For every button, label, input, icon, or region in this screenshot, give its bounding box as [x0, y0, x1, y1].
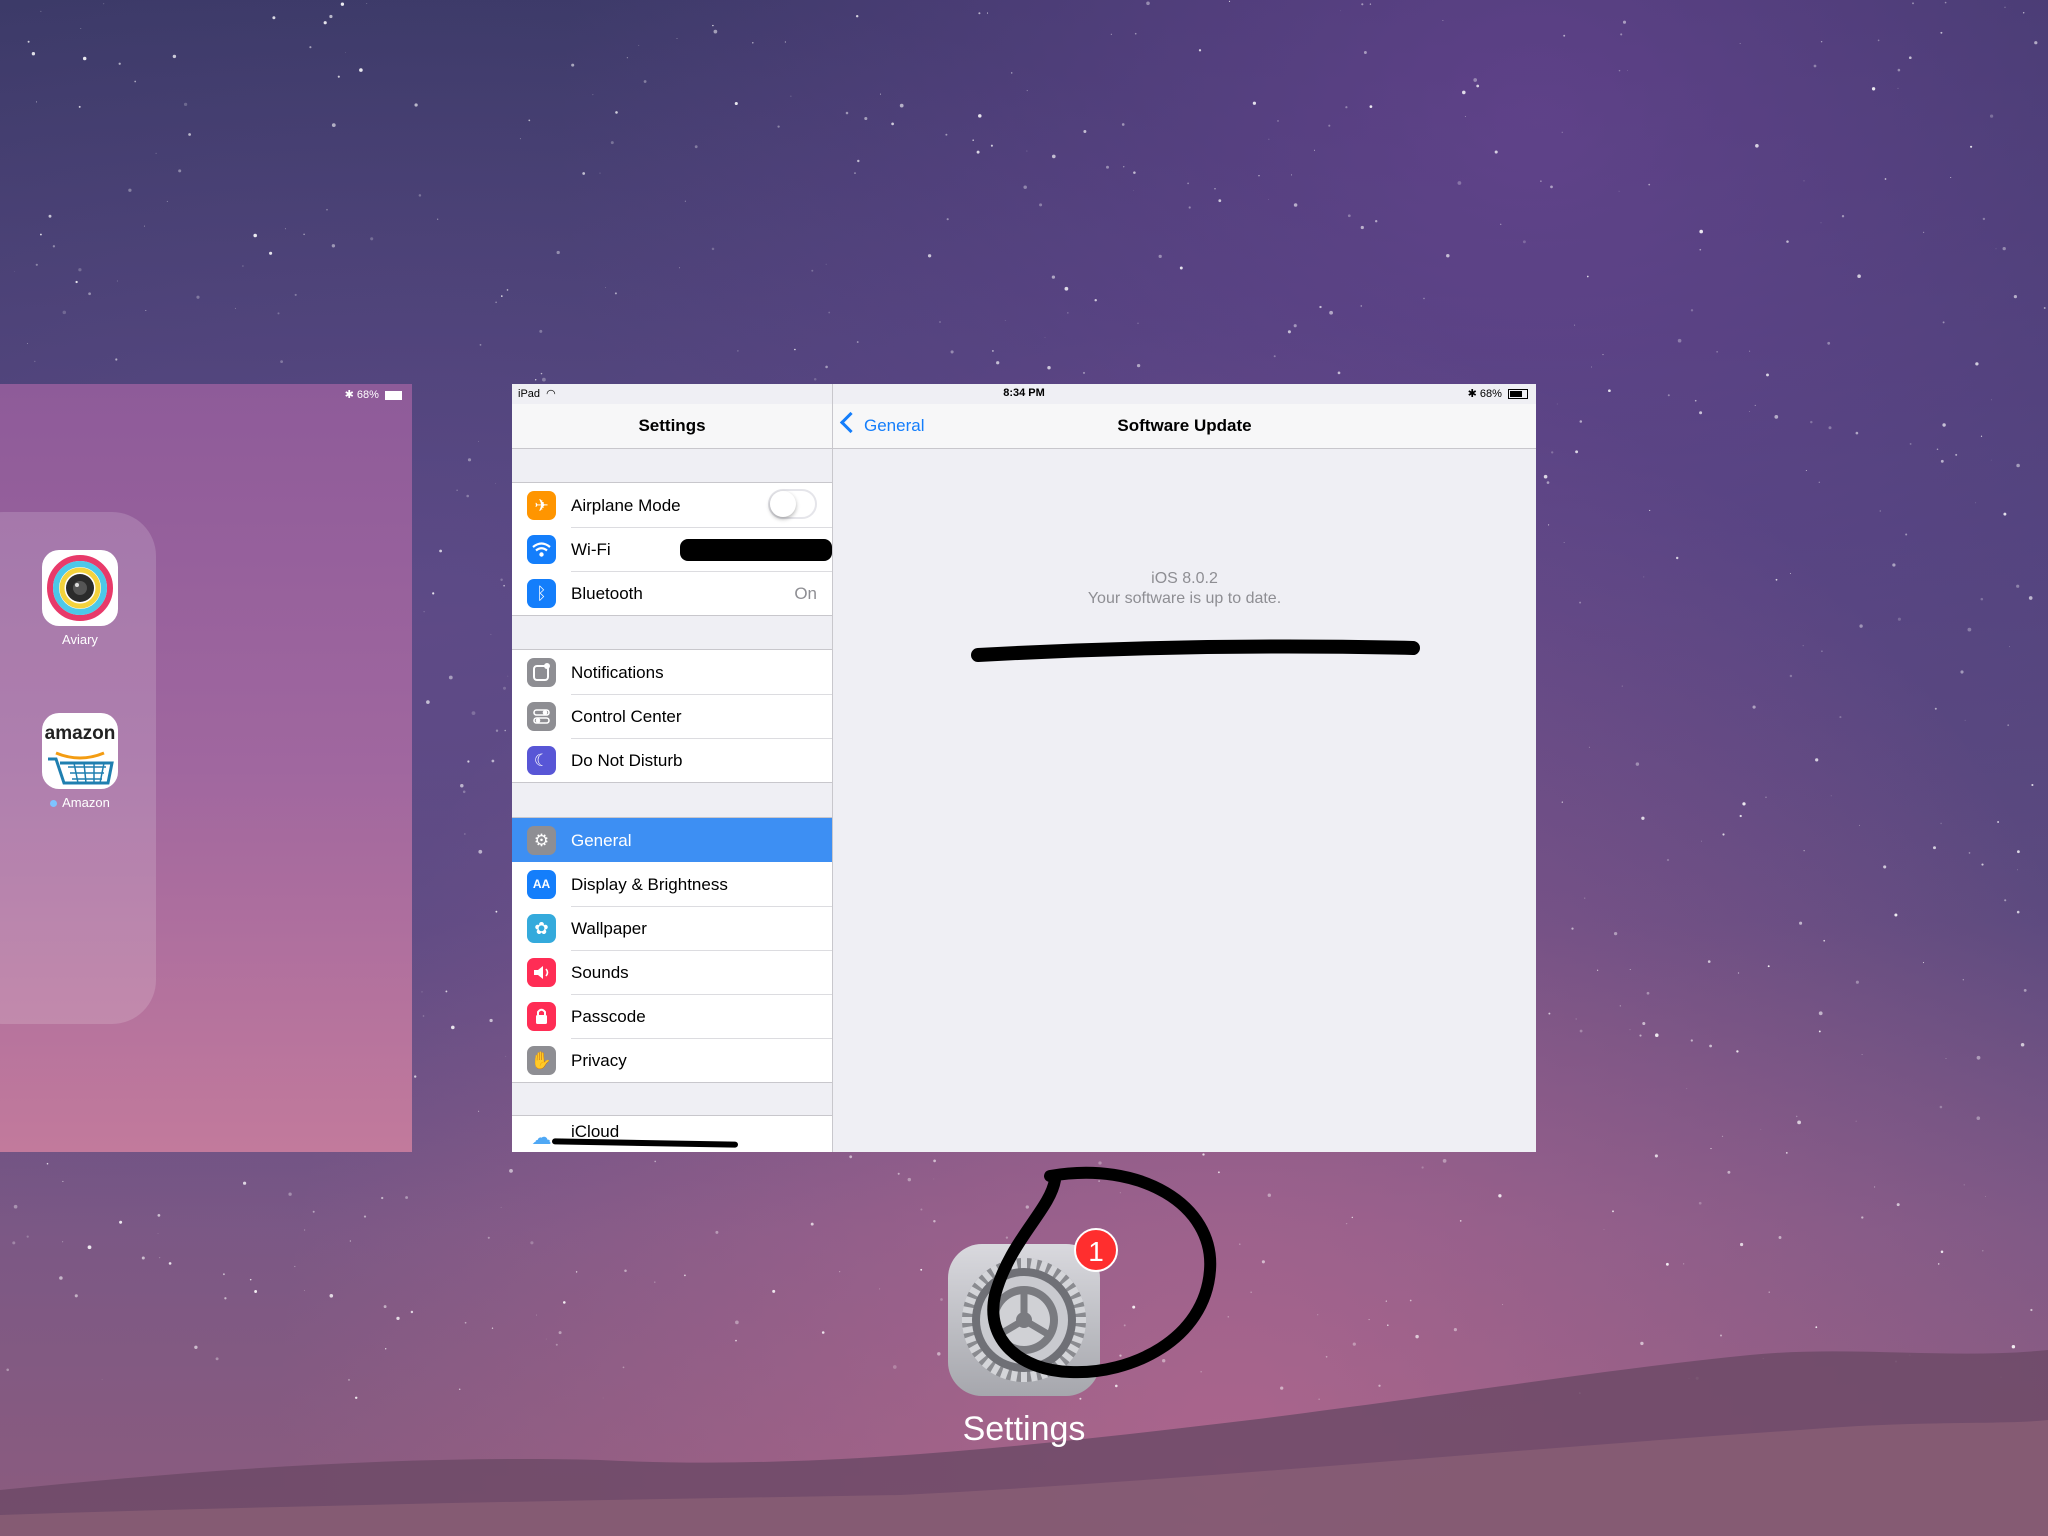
- row-label: Passcode: [571, 1007, 646, 1026]
- new-app-dot: [50, 800, 58, 808]
- battery-icon: [1508, 389, 1528, 400]
- battery-percent: 68%: [356, 389, 379, 401]
- settings-group-notifications: Notifications Control Center ☾ Do Not Di…: [512, 649, 832, 783]
- app-amazon[interactable]: amazon Amazon: [40, 713, 120, 810]
- row-label: General: [571, 831, 632, 850]
- master-nav-bar: Settings: [512, 404, 832, 449]
- hand-icon: ✋: [527, 1046, 556, 1075]
- row-label: Bluetooth: [571, 584, 643, 603]
- settings-row-wallpaper[interactable]: ✿ Wallpaper: [512, 906, 832, 950]
- settings-row-sounds[interactable]: Sounds: [512, 950, 832, 994]
- detail-title: Software Update: [1117, 416, 1252, 435]
- settings-group-icloud: ☁ iCloud: [512, 1115, 832, 1152]
- settings-row-control-center[interactable]: Control Center: [512, 694, 832, 738]
- settings-app-card[interactable]: Settings ✈ Airplane Mode Wi-Fi ᛒ Bluetoo…: [512, 384, 1536, 1152]
- app-label-aviary: Aviary: [62, 632, 98, 647]
- row-label: Wallpaper: [571, 919, 647, 938]
- settings-row-general[interactable]: ⚙ General: [512, 818, 832, 862]
- row-label: Notifications: [571, 663, 664, 682]
- page-title: Settings: [638, 416, 706, 435]
- row-label: Sounds: [571, 963, 629, 982]
- detail-nav-bar: General Software Update: [833, 404, 1536, 449]
- ios-version: iOS 8.0.2: [1151, 570, 1218, 587]
- moon-icon: ☾: [527, 746, 556, 775]
- icloud-icon: ☁: [527, 1124, 556, 1152]
- row-label: Wi-Fi: [571, 540, 611, 559]
- aviary-icon: [42, 550, 118, 626]
- home-screen-card[interactable]: ✱ 68% Aviary amazon Amazon: [0, 384, 412, 1152]
- settings-group-connectivity: ✈ Airplane Mode Wi-Fi ᛒ Bluetooth On: [512, 482, 832, 616]
- row-label: Privacy: [571, 1051, 627, 1070]
- settings-row-display-brightness[interactable]: AA Display & Brightness: [512, 862, 832, 906]
- settings-row-airplane-mode[interactable]: ✈ Airplane Mode: [512, 483, 832, 527]
- redacted-network-name: [680, 539, 832, 561]
- app-label-amazon: Amazon: [62, 795, 110, 810]
- amazon-logo-text: amazon: [44, 723, 116, 744]
- airplane-mode-toggle[interactable]: [768, 489, 817, 519]
- row-label: Display & Brightness: [571, 875, 728, 894]
- settings-row-wifi[interactable]: Wi-Fi: [512, 527, 832, 571]
- gear-icon: ⚙: [527, 826, 556, 855]
- bluetooth-status-icon: ✱: [1467, 388, 1477, 400]
- bluetooth-icon: ᛒ: [527, 579, 556, 608]
- settings-row-bluetooth[interactable]: ᛒ Bluetooth On: [512, 571, 832, 615]
- gear-icon: [962, 1258, 1086, 1382]
- notifications-icon: [527, 658, 556, 687]
- bluetooth-status-value: On: [794, 584, 817, 603]
- settings-row-do-not-disturb[interactable]: ☾ Do Not Disturb: [512, 738, 832, 782]
- settings-detail-pane: General Software Update iOS 8.0.2 Your s…: [833, 384, 1536, 1152]
- wifi-icon: [527, 535, 556, 564]
- settings-row-icloud[interactable]: ☁ iCloud: [512, 1116, 832, 1152]
- settings-row-passcode[interactable]: Passcode: [512, 994, 832, 1038]
- notification-badge: 1: [1074, 1228, 1118, 1272]
- amazon-icon: amazon: [42, 713, 118, 789]
- wallpaper-icon: ✿: [527, 914, 556, 943]
- status-time: 8:34 PM: [1003, 387, 1045, 399]
- home-status-bar: ✱ 68%: [345, 388, 402, 401]
- display-brightness-icon: AA: [527, 870, 556, 899]
- settings-app-icon[interactable]: [948, 1244, 1100, 1396]
- speaker-icon: [527, 958, 556, 987]
- lock-icon: [527, 1002, 556, 1031]
- bluetooth-status-icon: ✱: [344, 389, 354, 401]
- settings-row-privacy[interactable]: ✋ Privacy: [512, 1038, 832, 1082]
- status-bar: iPad ◠ 8:34 PM ✱ 68%: [512, 384, 1536, 404]
- redacted-account-name: [551, 1138, 739, 1148]
- settings-row-notifications[interactable]: Notifications: [512, 650, 832, 694]
- battery-percent: 68%: [1479, 388, 1502, 400]
- software-update-status: iOS 8.0.2 Your software is up to date.: [833, 569, 1536, 609]
- row-label: Do Not Disturb: [571, 751, 683, 770]
- control-center-icon: [527, 702, 556, 731]
- app-label-settings: Settings: [962, 1410, 1086, 1448]
- airplane-icon: ✈: [527, 491, 556, 520]
- battery-icon: [385, 390, 402, 400]
- row-label: Control Center: [571, 707, 682, 726]
- row-label: Airplane Mode: [571, 496, 681, 515]
- app-aviary[interactable]: Aviary: [40, 550, 120, 647]
- settings-group-general: ⚙ General AA Display & Brightness ✿ Wall…: [512, 817, 832, 1083]
- update-status-message: Your software is up to date.: [1087, 590, 1282, 607]
- status-right: ✱ 68%: [1468, 387, 1528, 400]
- settings-master-pane: Settings ✈ Airplane Mode Wi-Fi ᛒ Bluetoo…: [512, 384, 833, 1152]
